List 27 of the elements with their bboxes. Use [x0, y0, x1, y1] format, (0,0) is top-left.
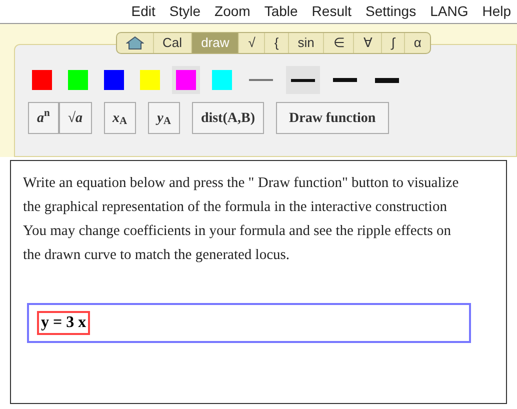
toolbar-button[interactable]: √a	[58, 102, 92, 134]
tab[interactable]: sin	[288, 33, 324, 53]
line-width-option[interactable]	[286, 66, 320, 94]
tab[interactable]: ∀	[353, 33, 382, 53]
toolbar-button[interactable]: y$_{A}$	[148, 102, 180, 134]
menu-item[interactable]: Zoom	[214, 1, 250, 22]
color-swatch[interactable]	[172, 66, 200, 94]
menu-item[interactable]: LANG	[430, 1, 468, 22]
menu-item[interactable]: Settings	[365, 1, 416, 22]
tab[interactable]: α	[404, 33, 430, 53]
menu-item[interactable]: Result	[312, 1, 352, 22]
menu-item[interactable]: Style	[169, 1, 201, 22]
toolbar-button[interactable]: dist(A,B)	[192, 102, 264, 134]
tab[interactable]: {	[264, 33, 288, 53]
tab[interactable]: √	[238, 33, 264, 53]
toolbar-button[interactable]: Draw function	[276, 102, 389, 134]
menu-item[interactable]: Edit	[131, 1, 156, 22]
tab[interactable]: ∈	[323, 33, 354, 53]
toolbar-button[interactable]: x$_{A}$	[104, 102, 136, 134]
instructions-text: Write an equation below and press the " Draw function" button to visualize the graphical representation of the formula in the interactive construction You may change coefficients in your formula and see the ripple effects on the drawn curve to match the generated locus.	[23, 174, 460, 265]
menu-item[interactable]: Table	[264, 1, 298, 22]
equation-input[interactable]: y = 3 x	[37, 311, 90, 335]
house-icon	[126, 36, 144, 50]
menu-item[interactable]: Help	[482, 1, 511, 22]
tab[interactable]: ∫	[381, 33, 404, 53]
toolbar-button[interactable]: a$^{n}$	[28, 102, 59, 134]
equation-field[interactable]: y = 3 x	[27, 303, 471, 343]
